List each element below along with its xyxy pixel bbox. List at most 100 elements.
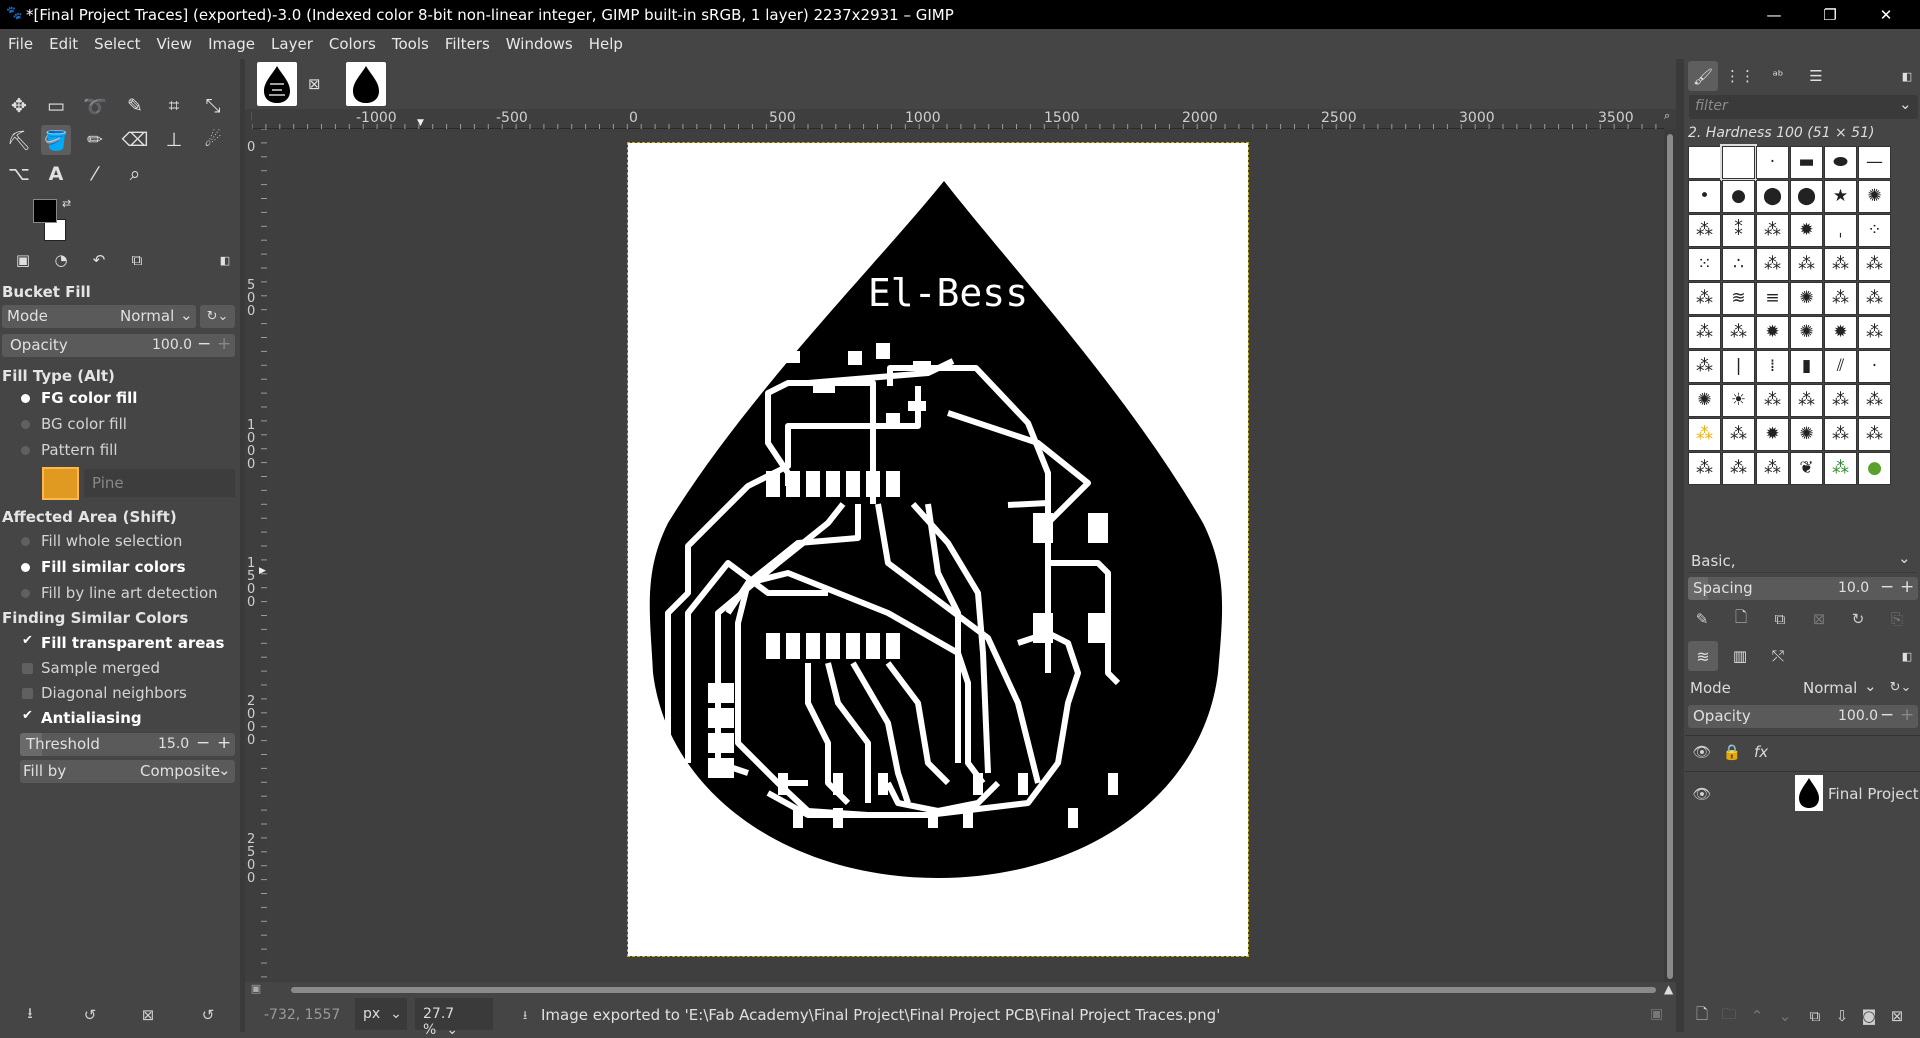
configure-tab-icon[interactable]: ◧ <box>1892 61 1920 91</box>
fuzzy-select-tool-icon[interactable]: ✎ <box>120 91 150 121</box>
save-options-icon[interactable]: ⭳ <box>18 1003 42 1027</box>
brush-thumbnail[interactable]: ✹ <box>1756 418 1789 451</box>
brushes-tab-icon[interactable]: 🖌 <box>1688 61 1718 91</box>
open-brush-icon[interactable]: ⎘ <box>1885 607 1909 631</box>
swap-colors-icon[interactable]: ⇄ <box>62 197 71 210</box>
brush-thumbnail[interactable]: ⁂ <box>1790 384 1823 417</box>
tool-options-tab-icon[interactable]: ▣ <box>8 245 38 275</box>
unified-transform-tool-icon[interactable]: ⤡ <box>198 91 228 121</box>
layer-row[interactable]: 👁 Final Project T <box>1685 773 1920 815</box>
spacing-slider[interactable]: Spacing 10.0 − + <box>1688 577 1918 600</box>
horizontal-scroll-thumb[interactable] <box>291 987 1656 993</box>
mask-layer-icon[interactable]: ◙ <box>1857 1004 1881 1028</box>
menu-filters[interactable]: Filters <box>437 35 498 53</box>
vertical-scrollbar[interactable] <box>1664 129 1676 982</box>
brush-thumbnail[interactable]: ▬ <box>1790 146 1823 179</box>
duplicate-layer-icon[interactable]: ⧉ <box>1803 1004 1827 1028</box>
brush-thumbnail[interactable]: ⁂ <box>1858 248 1891 281</box>
minus-icon[interactable]: − <box>197 334 211 354</box>
antialiasing-checkbox[interactable]: ✔ Antialiasing <box>22 708 142 727</box>
bg-color-fill-radio[interactable]: BG color fill <box>21 415 127 433</box>
fill-by-dropdown[interactable]: Fill by Composite ⌄ <box>20 760 235 783</box>
brush-thumbnail[interactable]: ● <box>1858 452 1891 485</box>
delete-layer-icon[interactable]: ⊠ <box>1885 1004 1909 1028</box>
rect-select-tool-icon[interactable]: ▭ <box>41 91 71 121</box>
maximize-button[interactable]: ❐ <box>1802 0 1858 29</box>
device-status-tab-icon[interactable]: ◔ <box>46 245 76 275</box>
brush-thumbnail[interactable]: ⁂ <box>1824 282 1857 315</box>
menu-select[interactable]: Select <box>86 35 148 53</box>
eraser-tool-icon[interactable]: ⌫ <box>120 125 150 155</box>
minus-icon[interactable]: − <box>196 733 210 753</box>
brush-thumbnail[interactable]: ⁂ <box>1756 452 1789 485</box>
pattern-fill-radio[interactable]: Pattern fill <box>21 441 118 459</box>
brush-thumbnail[interactable]: ✹ <box>1790 214 1823 247</box>
color-picker-tool-icon[interactable]: ⁄ <box>80 159 110 189</box>
brush-thumbnail[interactable]: ⁂ <box>1858 316 1891 349</box>
menu-windows[interactable]: Windows <box>498 35 581 53</box>
lasso-tool-icon[interactable]: ➰ <box>80 91 110 121</box>
foreground-color-swatch[interactable] <box>33 199 57 223</box>
diagonal-neighbors-checkbox[interactable]: Diagonal neighbors <box>22 684 187 702</box>
brush-thumbnail[interactable]: ⁂ <box>1688 316 1721 349</box>
brush-thumbnail[interactable]: ⁂ <box>1722 418 1755 451</box>
zoom-navigate-icon[interactable]: ⌕ <box>1664 109 1676 129</box>
zoom-tool-icon[interactable]: ⌕ <box>120 159 150 189</box>
sample-merged-checkbox[interactable]: Sample merged <box>22 659 160 677</box>
reset-options-icon[interactable]: ↺ <box>196 1003 220 1027</box>
patterns-tab-icon[interactable]: ⋮⋮ <box>1725 61 1755 91</box>
clone-tool-icon[interactable]: ⊥ <box>159 125 189 155</box>
toggle-mask-icon[interactable]: ▣ <box>245 982 267 998</box>
delete-options-icon[interactable]: ⊠ <box>136 1003 160 1027</box>
brush-thumbnail[interactable]: ❘ <box>1722 350 1755 383</box>
close-tab-icon[interactable]: ⊠ <box>308 75 321 93</box>
brush-thumbnail[interactable]: ⬤ <box>1756 180 1789 213</box>
configure-tab-icon[interactable]: ◧ <box>1892 641 1920 671</box>
menu-layer[interactable]: Layer <box>263 35 321 53</box>
brush-thumbnail[interactable]: ⁂ <box>1824 248 1857 281</box>
mode-dropdown[interactable]: Mode Normal ⌄ <box>2 305 196 328</box>
menu-image[interactable]: Image <box>200 35 263 53</box>
menu-edit[interactable]: Edit <box>41 35 86 53</box>
configure-tab-icon[interactable]: ◧ <box>210 245 240 275</box>
paintbrush-tool-icon[interactable]: ✏ <box>80 125 110 155</box>
brush-thumbnail[interactable]: ☀ <box>1722 384 1755 417</box>
undo-history-tab-icon[interactable]: ↶ <box>84 245 114 275</box>
brush-thumbnail[interactable]: ✺ <box>1858 180 1891 213</box>
plus-icon[interactable]: + <box>1900 577 1914 597</box>
brush-preset-dropdown[interactable]: Basic, ⌄ <box>1688 549 1917 573</box>
menu-colors[interactable]: Colors <box>321 35 384 53</box>
image-tab-traces[interactable] <box>257 62 297 106</box>
fonts-tab-icon[interactable]: ᵃᵇ <box>1763 61 1793 91</box>
brush-thumbnail[interactable]: ≡ <box>1756 282 1789 315</box>
horizontal-scrollbar[interactable] <box>267 982 1664 998</box>
plus-icon[interactable]: + <box>1900 705 1914 725</box>
brush-thumbnail[interactable]: ✺ <box>1790 282 1823 315</box>
close-button[interactable]: ✕ <box>1858 0 1914 29</box>
brush-thumbnail[interactable]: • <box>1688 180 1721 213</box>
brush-thumbnail[interactable]: ⁂ <box>1824 452 1857 485</box>
channels-tab-icon[interactable]: ▥ <box>1725 641 1755 671</box>
warp-tool-icon[interactable]: ⛏ <box>4 125 34 155</box>
delete-brush-icon[interactable]: ⊠ <box>1807 607 1831 631</box>
minus-icon[interactable]: − <box>1880 577 1894 597</box>
brush-thumbnail[interactable]: ⁂ <box>1688 214 1721 247</box>
fg-color-fill-radio[interactable]: FG color fill <box>21 389 137 407</box>
brush-thumbnail[interactable]: · <box>1858 350 1891 383</box>
images-tab-icon[interactable]: ⧉ <box>122 245 152 275</box>
brush-thumbnail[interactable]: ⁂ <box>1858 384 1891 417</box>
brush-thumbnail[interactable]: ▮ <box>1790 350 1823 383</box>
minimize-button[interactable]: — <box>1746 0 1802 29</box>
bucket-fill-tool-icon[interactable]: 🪣 <box>41 125 71 155</box>
brush-thumbnail[interactable]: ⬬ <box>1824 146 1857 179</box>
image-tab-outline[interactable] <box>346 62 386 106</box>
refresh-brushes-icon[interactable]: ↻ <box>1846 607 1870 631</box>
brush-thumbnail[interactable]: ⁂ <box>1756 248 1789 281</box>
brush-thumbnail[interactable]: ⁂ <box>1756 214 1789 247</box>
brush-thumbnail[interactable]: ⁂ <box>1722 316 1755 349</box>
menu-view[interactable]: View <box>148 35 200 53</box>
layers-tab-icon[interactable]: ≋ <box>1688 641 1718 671</box>
plus-icon[interactable]: + <box>217 334 231 354</box>
brush-thumbnail[interactable]: ✹ <box>1824 316 1857 349</box>
opacity-slider[interactable]: Opacity 100.0 − + <box>2 334 235 357</box>
